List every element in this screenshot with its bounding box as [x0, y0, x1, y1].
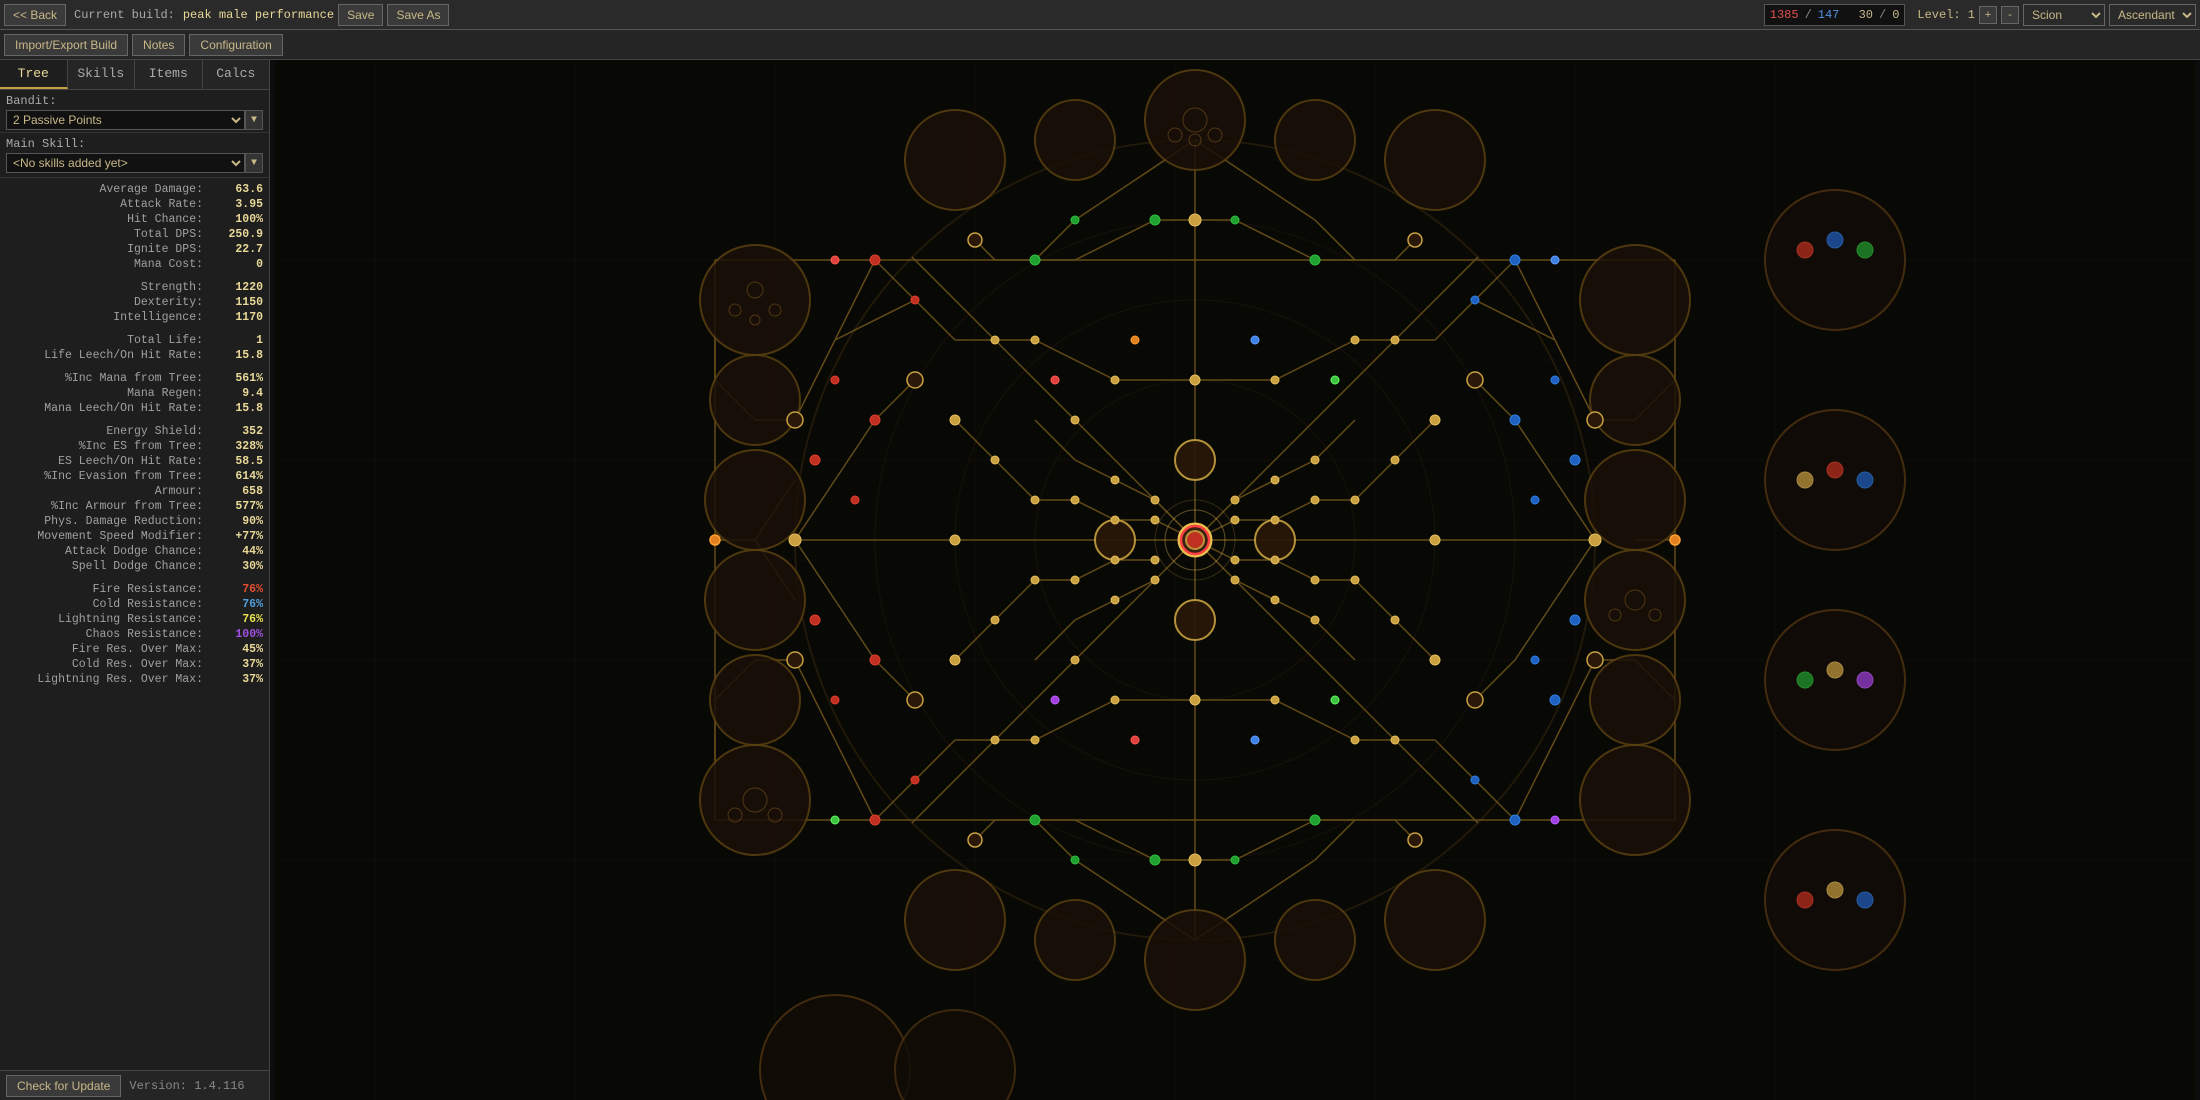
stat-cold-over-max: Cold Res. Over Max: 37%	[6, 657, 263, 672]
level-label: Level: 1	[1917, 8, 1975, 22]
spacer5	[6, 574, 263, 582]
stat-cold-res: Cold Resistance: 76%	[6, 597, 263, 612]
hm-separator2	[1842, 8, 1855, 22]
stat-mana-cost: Mana Cost: 0	[6, 257, 263, 272]
spacer3	[6, 363, 263, 371]
stat-pct-es: %Inc ES from Tree: 328%	[6, 439, 263, 454]
tab-bar: Tree Skills Items Calcs	[0, 60, 269, 90]
stat-life-leech: Life Leech/On Hit Rate: 15.8	[6, 348, 263, 363]
stat-dexterity: Dexterity: 1150	[6, 295, 263, 310]
class-select[interactable]: Scion Marauder Ranger Witch Duelist Temp…	[2023, 4, 2105, 26]
check-update-button[interactable]: Check for Update	[6, 1075, 121, 1097]
stat-chaos-res: Chaos Resistance: 100%	[6, 627, 263, 642]
stat-lightning-over-max: Lightning Res. Over Max: 37%	[6, 672, 263, 687]
mana-value: 147	[1815, 8, 1843, 22]
passive-tree-svg[interactable]	[270, 60, 2200, 1100]
stat-pct-armour: %Inc Armour from Tree: 577%	[6, 499, 263, 514]
main-skill-label: Main Skill:	[6, 137, 263, 151]
version-label: Version: 1.4.116	[129, 1079, 244, 1093]
stat-intelligence: Intelligence: 1170	[6, 310, 263, 325]
spacer4	[6, 416, 263, 424]
stat-es-leech: ES Leech/On Hit Rate: 58.5	[6, 454, 263, 469]
stat-movement-speed: Movement Speed Modifier: +77%	[6, 529, 263, 544]
stats-area: Average Damage: 63.6 Attack Rate: 3.95 H…	[0, 178, 269, 1070]
build-name-label: peak male performance	[183, 8, 334, 22]
stat-phys-reduction: Phys. Damage Reduction: 90%	[6, 514, 263, 529]
bandit-arrow[interactable]: ▼	[245, 110, 263, 130]
tab-skills[interactable]: Skills	[68, 60, 136, 89]
stat-strength: Strength: 1220	[6, 280, 263, 295]
hm-separator3: /	[1876, 8, 1889, 22]
health-value: 1385	[1767, 8, 1802, 22]
stat-spell-dodge: Spell Dodge Chance: 30%	[6, 559, 263, 574]
main-skill-select[interactable]: <No skills added yet>	[6, 153, 245, 173]
tab-calcs[interactable]: Calcs	[203, 60, 270, 89]
build-prefix-label: Current build:	[74, 8, 175, 22]
stat-lightning-res: Lightning Resistance: 76%	[6, 612, 263, 627]
bandit-label: Bandit:	[6, 94, 263, 108]
health-mana-bar: 1385 / 147 30 / 0	[1764, 4, 1906, 26]
stat-average-damage: Average Damage: 63.6	[6, 182, 263, 197]
stat-armour: Armour: 658	[6, 484, 263, 499]
hm-display: 1385 / 147 30 / 0	[1764, 4, 1906, 26]
stat-fire-over-max: Fire Res. Over Max: 45%	[6, 642, 263, 657]
stat-attack-dodge: Attack Dodge Chance: 44%	[6, 544, 263, 559]
stat-hit-chance: Hit Chance: 100%	[6, 212, 263, 227]
ascendancy-select[interactable]: Ascendant None	[2109, 4, 2196, 26]
stat-total-life: Total Life: 1	[6, 333, 263, 348]
stat-attack-rate: Attack Rate: 3.95	[6, 197, 263, 212]
stat-ignite-dps: Ignite DPS: 22.7	[6, 242, 263, 257]
spacer2	[6, 325, 263, 333]
back-button[interactable]: << Back	[4, 4, 66, 26]
save-button[interactable]: Save	[338, 4, 383, 26]
level-area: Level: 1 + -	[1917, 6, 2019, 24]
zero-value: 0	[1889, 8, 1902, 22]
bandit-select[interactable]: 2 Passive Points Alira Oak Kraityn	[6, 110, 245, 130]
tree-area[interactable]	[270, 60, 2200, 1100]
level-up-button[interactable]: +	[1979, 6, 1997, 24]
other-value: 30	[1856, 8, 1876, 22]
tab-tree[interactable]: Tree	[0, 60, 68, 89]
main-skill-arrow[interactable]: ▼	[245, 153, 263, 173]
stat-pct-mana: %Inc Mana from Tree: 561%	[6, 371, 263, 386]
stat-total-dps: Total DPS: 250.9	[6, 227, 263, 242]
hm-separator: /	[1802, 8, 1815, 22]
stat-mana-leech: Mana Leech/On Hit Rate: 15.8	[6, 401, 263, 416]
import-export-button[interactable]: Import/Export Build	[4, 34, 128, 56]
configuration-button[interactable]: Configuration	[189, 34, 282, 56]
save-as-button[interactable]: Save As	[387, 4, 449, 26]
tab-items[interactable]: Items	[135, 60, 203, 89]
stat-energy-shield: Energy Shield: 352	[6, 424, 263, 439]
spacer1	[6, 272, 263, 280]
stat-fire-res: Fire Resistance: 76%	[6, 582, 263, 597]
stat-pct-evasion: %Inc Evasion from Tree: 614%	[6, 469, 263, 484]
notes-button[interactable]: Notes	[132, 34, 185, 56]
level-down-button[interactable]: -	[2001, 6, 2019, 24]
stat-mana-regen: Mana Regen: 9.4	[6, 386, 263, 401]
